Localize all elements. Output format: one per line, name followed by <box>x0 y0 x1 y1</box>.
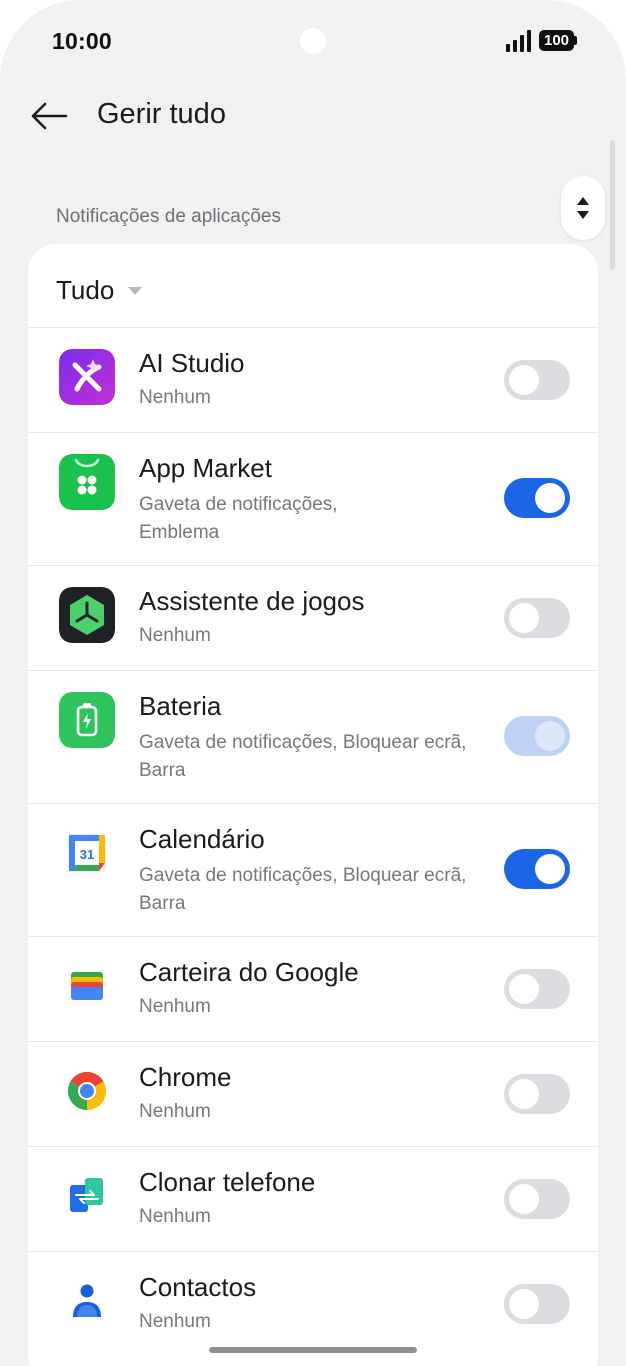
page-title: Gerir tudo <box>97 98 226 130</box>
notification-toggle[interactable] <box>504 1179 570 1219</box>
filter-label: Tudo <box>56 274 115 305</box>
app-notification-types: Gaveta de notificações, Bloquear ecrã, B… <box>139 865 467 914</box>
app-name: AI Studio <box>139 348 245 378</box>
app-market-icon <box>59 454 115 510</box>
app-bar: Gerir tudo <box>0 80 626 160</box>
app-row-chrome[interactable]: Chrome Nenhum <box>28 1041 598 1146</box>
scrollbar[interactable] <box>610 140 615 270</box>
section-label: Notificações de aplicações <box>56 206 281 227</box>
chrome-icon <box>59 1063 115 1119</box>
sort-button[interactable] <box>561 176 605 240</box>
app-name: Assistente de jogos <box>139 586 365 616</box>
app-row-bateria[interactable]: Bateria Gaveta de notificações, Bloquear… <box>28 670 598 803</box>
app-notification-types: Nenhum <box>139 387 211 408</box>
app-name: Chrome <box>139 1062 232 1092</box>
clone-phone-icon <box>59 1168 115 1224</box>
contacts-icon <box>59 1273 115 1329</box>
app-row-clonar-telefone[interactable]: Clonar telefone Nenhum <box>28 1146 598 1251</box>
app-row-assistente-de-jogos[interactable]: Assistente de jogos Nenhum <box>28 565 598 670</box>
ai-studio-icon <box>59 349 115 405</box>
app-row-contactos[interactable]: Contactos Nenhum <box>28 1251 598 1356</box>
camera-cutout <box>300 28 326 54</box>
app-notification-types: Nenhum <box>139 625 211 646</box>
app-row-carteira-do-google[interactable]: Carteira do Google Nenhum <box>28 936 598 1041</box>
screen: 10:00 100 Gerir tudo Notificações de apl… <box>0 0 626 1366</box>
signal-icon <box>506 30 531 52</box>
svg-text:31: 31 <box>80 847 94 862</box>
games-assistant-icon <box>59 587 115 643</box>
caret-down-icon <box>128 287 143 295</box>
back-arrow-icon <box>31 102 68 130</box>
status-time: 10:00 <box>52 28 112 54</box>
app-notification-types: Nenhum <box>139 1311 211 1332</box>
notification-toggle[interactable] <box>504 360 570 400</box>
notification-toggle[interactable] <box>504 969 570 1009</box>
app-row-app-market[interactable]: App Market Gaveta de notificações, Emble… <box>28 432 598 565</box>
app-notifications-card: Tudo AI Studio Nenhum App Market Gaveta … <box>28 244 598 1366</box>
app-name: Contactos <box>139 1272 257 1302</box>
notification-toggle[interactable] <box>504 478 570 518</box>
battery-icon: 100 <box>539 30 577 51</box>
app-name: Calendário <box>139 824 265 854</box>
google-wallet-icon <box>59 958 115 1014</box>
app-notification-types: Nenhum <box>139 996 211 1017</box>
app-row-calendario[interactable]: 31 Calendário Gaveta de notificações, Bl… <box>28 803 598 936</box>
app-notification-types: Gaveta de notificações, Emblema <box>139 494 338 543</box>
app-name: Carteira do Google <box>139 957 359 987</box>
app-name: Bateria <box>139 691 222 721</box>
app-list: AI Studio Nenhum App Market Gaveta de no… <box>28 327 598 1356</box>
calendar-icon: 31 <box>59 825 115 881</box>
filter-dropdown[interactable]: Tudo <box>56 272 143 308</box>
home-indicator[interactable] <box>209 1347 417 1353</box>
app-notification-types: Nenhum <box>139 1101 211 1122</box>
app-row-ai-studio[interactable]: AI Studio Nenhum <box>28 327 598 432</box>
notification-toggle[interactable] <box>504 849 570 889</box>
battery-level: 100 <box>539 30 574 51</box>
app-name: Clonar telefone <box>139 1167 316 1197</box>
app-notification-types: Gaveta de notificações, Bloquear ecrã, B… <box>139 732 467 781</box>
back-button[interactable] <box>26 96 72 136</box>
status-bar: 10:00 100 <box>0 0 626 80</box>
notification-toggle[interactable] <box>504 716 570 756</box>
app-notification-types: Nenhum <box>139 1206 211 1227</box>
notification-toggle[interactable] <box>504 1284 570 1324</box>
notification-toggle[interactable] <box>504 598 570 638</box>
notification-toggle[interactable] <box>504 1074 570 1114</box>
app-name: App Market <box>139 453 272 483</box>
battery-icon <box>59 692 115 748</box>
sort-arrows-icon <box>577 197 589 219</box>
